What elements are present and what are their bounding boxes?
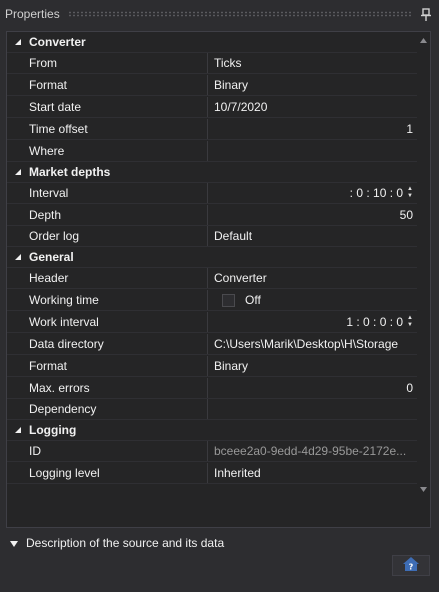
category-name: Market depths <box>29 165 111 179</box>
property-row-id[interactable]: ID bceee2a0-9edd-4d29-95be-2172e... <box>7 441 417 462</box>
category-market-depths[interactable]: Market depths <box>7 162 417 183</box>
property-value-interval[interactable]: : 0 : 10 : 0 ▲ ▼ <box>208 183 417 203</box>
category-name: Converter <box>29 35 86 49</box>
property-name: Where <box>7 141 208 161</box>
work-interval-text[interactable]: 1 : 0 : 0 : 0 <box>346 315 403 329</box>
property-row-format[interactable]: Format Binary <box>7 75 417 96</box>
property-name: From <box>7 53 208 73</box>
working-time-text: Off <box>245 293 261 307</box>
property-value-dependency[interactable] <box>208 399 417 419</box>
property-name: ID <box>7 441 208 461</box>
category-name: Logging <box>29 423 77 437</box>
property-value-start-date[interactable]: 10/7/2020 <box>208 97 417 117</box>
house-help-icon: ? <box>403 557 419 574</box>
property-name: Data directory <box>7 334 208 354</box>
property-name: Header <box>7 268 208 288</box>
property-row-from[interactable]: From Ticks <box>7 53 417 74</box>
interval-text[interactable]: : 0 : 10 : 0 <box>350 186 403 200</box>
property-value-format-2[interactable]: Binary <box>208 356 417 376</box>
scroll-up-icon[interactable] <box>417 34 430 46</box>
property-name: Start date <box>7 97 208 117</box>
category-logging[interactable]: Logging <box>7 420 417 441</box>
category-name: General <box>29 250 74 264</box>
property-value-logging-level[interactable]: Inherited <box>208 463 417 483</box>
property-row-data-directory[interactable]: Data directory C:\Users\Marik\Desktop\H\… <box>7 334 417 355</box>
working-time-checkbox[interactable] <box>222 293 235 307</box>
category-general[interactable]: General <box>7 247 417 268</box>
description-text: Description of the source and its data <box>26 536 225 550</box>
triangle-down-icon[interactable] <box>10 536 18 550</box>
property-row-time-offset[interactable]: Time offset 1 <box>7 119 417 140</box>
property-row-working-time[interactable]: Working time Off <box>7 290 417 311</box>
property-value-working-time[interactable]: Off <box>208 290 417 310</box>
property-value-where[interactable] <box>208 141 417 161</box>
collapse-icon[interactable] <box>7 426 29 434</box>
property-name: Logging level <box>7 463 208 483</box>
vertical-scrollbar[interactable] <box>417 32 430 495</box>
property-name: Working time <box>7 290 208 310</box>
property-value-order-log[interactable]: Default <box>208 226 417 246</box>
property-row-interval[interactable]: Interval : 0 : 10 : 0 ▲ ▼ <box>7 183 417 204</box>
category-converter[interactable]: Converter <box>7 32 417 53</box>
property-value-header[interactable]: Converter <box>208 268 417 288</box>
pin-icon[interactable] <box>419 6 433 22</box>
property-name: Time offset <box>7 119 208 139</box>
property-name: Order log <box>7 226 208 246</box>
property-row-work-interval[interactable]: Work interval 1 : 0 : 0 : 0 ▲ ▼ <box>7 312 417 333</box>
spin-up-icon[interactable]: ▲ <box>407 186 413 193</box>
collapse-icon[interactable] <box>7 253 29 261</box>
property-name: Interval <box>7 183 208 203</box>
property-value-from[interactable]: Ticks <box>208 53 417 73</box>
property-value-depth[interactable]: 50 <box>208 205 417 225</box>
property-grid-panel: Converter From Ticks Format Binary Start… <box>6 31 431 528</box>
work-interval-spinner[interactable]: ▲ ▼ <box>407 315 413 329</box>
property-name: Dependency <box>7 399 208 419</box>
property-row-dependency[interactable]: Dependency <box>7 399 417 420</box>
property-name: Depth <box>7 205 208 225</box>
property-grid: Converter From Ticks Format Binary Start… <box>7 32 417 495</box>
property-row-where[interactable]: Where <box>7 141 417 162</box>
property-name: Format <box>7 356 208 376</box>
property-value-format[interactable]: Binary <box>208 75 417 95</box>
property-row-header[interactable]: Header Converter <box>7 268 417 289</box>
property-value-data-directory[interactable]: C:\Users\Marik\Desktop\H\Storage <box>208 334 417 354</box>
property-row-depth[interactable]: Depth 50 <box>7 205 417 226</box>
properties-title-bar: Properties <box>0 0 439 28</box>
spin-down-icon[interactable]: ▼ <box>407 322 413 329</box>
property-name: Work interval <box>7 312 208 332</box>
data-directory-text[interactable]: C:\Users\Marik\Desktop\H\Storage <box>214 337 398 351</box>
panel-title: Properties <box>5 7 60 21</box>
property-row-format-2[interactable]: Format Binary <box>7 356 417 377</box>
property-row-start-date[interactable]: Start date 10/7/2020 <box>7 97 417 118</box>
spin-up-icon[interactable]: ▲ <box>407 315 413 322</box>
property-value-max-errors[interactable]: 0 <box>208 378 417 398</box>
property-row-max-errors[interactable]: Max. errors 0 <box>7 378 417 399</box>
property-row-logging-level[interactable]: Logging level Inherited <box>7 463 417 484</box>
description-section[interactable]: Description of the source and its data <box>6 534 224 552</box>
interval-spinner[interactable]: ▲ ▼ <box>407 186 413 200</box>
collapse-icon[interactable] <box>7 38 29 46</box>
id-text: bceee2a0-9edd-4d29-95be-2172e... <box>214 444 407 458</box>
spin-down-icon[interactable]: ▼ <box>407 193 413 200</box>
title-grip[interactable] <box>67 11 413 17</box>
svg-text:?: ? <box>409 563 414 572</box>
scroll-down-icon[interactable] <box>417 483 430 495</box>
property-name: Format <box>7 75 208 95</box>
property-value-id: bceee2a0-9edd-4d29-95be-2172e... <box>208 441 417 461</box>
property-value-time-offset[interactable]: 1 <box>208 119 417 139</box>
property-name: Max. errors <box>7 378 208 398</box>
help-button[interactable]: ? <box>392 555 430 576</box>
property-value-work-interval[interactable]: 1 : 0 : 0 : 0 ▲ ▼ <box>208 312 417 332</box>
collapse-icon[interactable] <box>7 168 29 176</box>
property-row-order-log[interactable]: Order log Default <box>7 226 417 247</box>
